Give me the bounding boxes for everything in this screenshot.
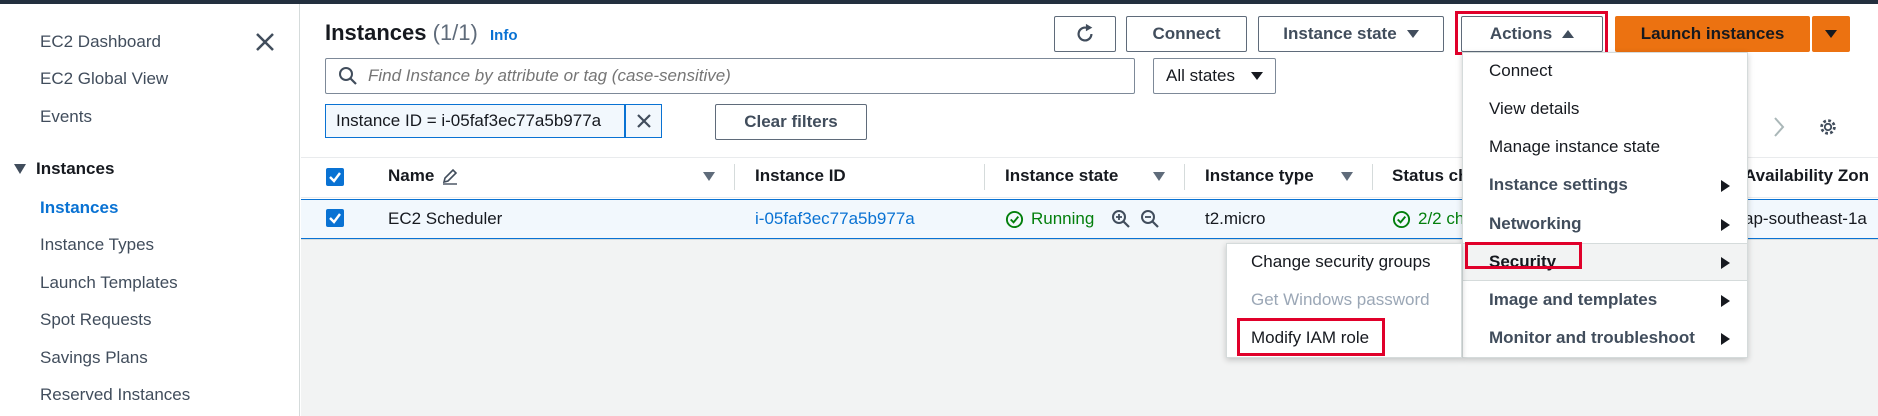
row-status-check: 2/2 ch: [1418, 209, 1465, 228]
check-icon: [329, 172, 341, 183]
caret-down-icon: [1406, 30, 1419, 38]
launch-instances-button[interactable]: Launch instances: [1615, 16, 1810, 52]
instance-state-button[interactable]: Instance state: [1258, 16, 1444, 52]
actions-menu: [1462, 52, 1748, 358]
row-state: Running: [1031, 209, 1095, 228]
sidebar-section-label: Instances: [36, 159, 115, 178]
close-icon: [636, 114, 651, 128]
caret-right-icon: [1721, 333, 1730, 345]
column-header-status-check[interactable]: Status ch: [1392, 166, 1469, 186]
sidebar-item-ec2-dashboard[interactable]: EC2 Dashboard: [40, 32, 161, 52]
menu-item-instance-settings[interactable]: Instance settings: [1489, 175, 1628, 195]
instance-count: (1/1): [432, 20, 478, 45]
column-header-availability-zone[interactable]: Availability Zon: [1744, 166, 1869, 186]
instance-state-label: Instance state: [1283, 24, 1397, 43]
menu-item-monitor-and-troubleshoot[interactable]: Monitor and troubleshoot: [1489, 328, 1695, 348]
refresh-icon: [1077, 23, 1093, 42]
submenu-item-get-windows-password: Get Windows password: [1251, 290, 1430, 309]
menu-item-view-details[interactable]: View details: [1489, 99, 1579, 119]
connect-button[interactable]: Connect: [1126, 16, 1247, 52]
sidebar-item-savings-plans[interactable]: Savings Plans: [40, 348, 148, 368]
sidebar-item-instances[interactable]: Instances: [40, 198, 118, 218]
refresh-button[interactable]: [1054, 16, 1116, 52]
page-title: Instances (1/1): [325, 20, 478, 46]
submenu-item-change-security-groups[interactable]: Change security groups: [1251, 252, 1431, 272]
row-checkbox[interactable]: [326, 209, 344, 227]
menu-item-connect[interactable]: Connect: [1489, 61, 1552, 81]
menu-item-image-and-templates[interactable]: Image and templates: [1489, 290, 1657, 310]
success-icon: [1392, 210, 1411, 229]
row-zone: ap-southeast-1a: [1744, 209, 1867, 228]
sidebar-item-reserved-instances[interactable]: Reserved Instances: [40, 385, 190, 405]
sort-icon[interactable]: [1153, 172, 1165, 181]
sidebar-item-ec2-global-view[interactable]: EC2 Global View: [40, 69, 168, 89]
sidebar-section-instances[interactable]: Instances: [14, 159, 114, 179]
column-divider: [734, 164, 735, 190]
success-icon: [1005, 210, 1024, 229]
chevron-right-icon[interactable]: [1772, 116, 1786, 138]
sidebar-item-spot-requests[interactable]: Spot Requests: [40, 310, 152, 330]
menu-item-manage-instance-state[interactable]: Manage instance state: [1489, 137, 1660, 157]
state-select[interactable]: All states: [1153, 58, 1276, 94]
highlight-actions: [1455, 11, 1608, 55]
page-title-text: Instances: [325, 20, 427, 45]
state-select-value: All states: [1166, 66, 1235, 85]
edit-pencil-icon: [442, 168, 458, 185]
caret-down-icon: [1825, 30, 1837, 38]
column-header-name[interactable]: Name: [388, 166, 434, 186]
column-header-instance-type[interactable]: Instance type: [1205, 166, 1314, 186]
launch-dropdown-button[interactable]: [1812, 16, 1850, 52]
filter-token: Instance ID = i-05faf3ec77a5b977a: [325, 104, 625, 138]
check-icon: [329, 213, 341, 224]
sidebar-item-instance-types[interactable]: Instance Types: [40, 235, 154, 255]
search-box[interactable]: [325, 58, 1135, 94]
column-header-instance-id[interactable]: Instance ID: [755, 166, 846, 186]
zoom-out-icon[interactable]: [1140, 209, 1160, 229]
search-input[interactable]: [368, 66, 1108, 86]
close-icon[interactable]: [253, 30, 277, 54]
column-header-instance-state[interactable]: Instance state: [1005, 166, 1118, 186]
menu-item-networking[interactable]: Networking: [1489, 214, 1582, 234]
column-divider: [1372, 164, 1373, 190]
sort-icon[interactable]: [1341, 172, 1353, 181]
gear-icon[interactable]: [1817, 116, 1839, 138]
caret-right-icon: [1721, 257, 1730, 269]
caret-right-icon: [1721, 219, 1730, 231]
row-name: EC2 Scheduler: [388, 209, 503, 228]
caret-down-icon: [14, 164, 26, 174]
highlight-security: [1465, 242, 1582, 269]
select-all-checkbox[interactable]: [326, 168, 344, 186]
search-icon: [339, 67, 357, 85]
remove-filter-button[interactable]: [625, 104, 662, 138]
sidebar-item-events[interactable]: Events: [40, 107, 92, 127]
caret-down-icon: [1251, 72, 1263, 80]
column-divider: [1184, 164, 1185, 190]
highlight-modify-iam-role: [1237, 318, 1385, 356]
row-instance-id-link[interactable]: i-05faf3ec77a5b977a: [755, 209, 915, 229]
caret-right-icon: [1721, 180, 1730, 192]
sidebar-item-launch-templates[interactable]: Launch Templates: [40, 273, 178, 293]
clear-filters-button[interactable]: Clear filters: [715, 104, 867, 140]
info-link[interactable]: Info: [490, 27, 518, 44]
zoom-in-icon[interactable]: [1111, 209, 1131, 229]
row-type: t2.micro: [1205, 209, 1266, 228]
caret-right-icon: [1721, 295, 1730, 307]
sort-icon[interactable]: [703, 172, 715, 181]
column-divider: [984, 164, 985, 190]
